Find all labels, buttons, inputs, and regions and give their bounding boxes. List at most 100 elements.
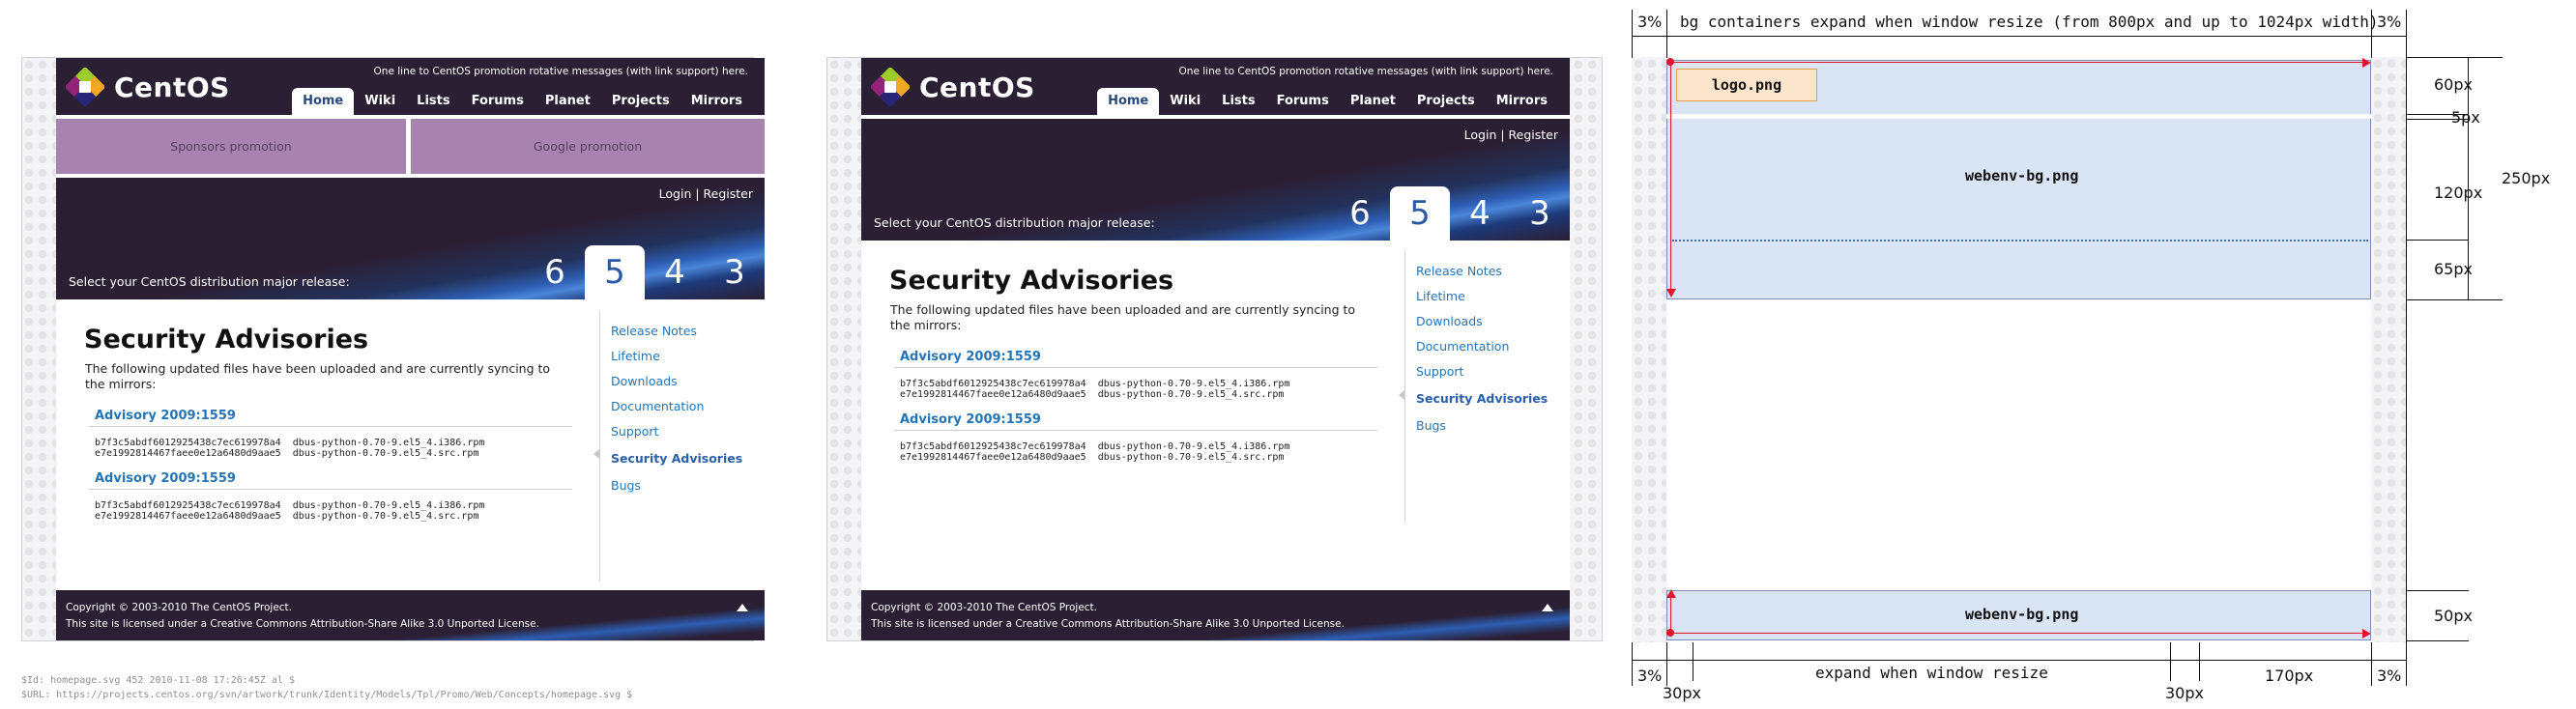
nav-forums[interactable]: Forums [1266, 88, 1340, 115]
release-3-tab[interactable]: 3 [705, 245, 765, 299]
diagram-margin-right [2371, 57, 2406, 642]
sidebar-item-bugs[interactable]: Bugs [1416, 413, 1548, 439]
advisory-title[interactable]: Advisory 2009:1559 [900, 350, 1041, 364]
dim-tick [1666, 10, 1667, 58]
nav-projects[interactable]: Projects [601, 88, 680, 115]
release-3-tab[interactable]: 3 [1510, 186, 1570, 241]
nav-wiki[interactable]: Wiki [1159, 88, 1211, 115]
header: CentOS One line to CentOS promotion rota… [861, 58, 1570, 115]
dim-line [1632, 660, 2406, 661]
dim-tick [1666, 642, 1667, 686]
logo-text: CentOS [114, 71, 230, 103]
dim-tick [2406, 10, 2407, 58]
centos-logo[interactable]: CentOS [66, 68, 230, 106]
height-footer: 50px [2434, 607, 2473, 625]
sponsors-promotion[interactable]: Sponsors promotion [56, 119, 406, 174]
advisory-divider [89, 489, 572, 490]
hero-dotted-line [1672, 240, 2368, 241]
mockup-1-page: CentOS One line to CentOS promotion rota… [56, 58, 765, 640]
sidebar-item-lifetime[interactable]: Lifetime [1416, 284, 1548, 309]
release-4-tab[interactable]: 4 [645, 245, 705, 299]
promo-message[interactable]: One line to CentOS promotion rotative me… [1179, 66, 1553, 77]
nav-planet[interactable]: Planet [535, 88, 601, 115]
dim-tick [2406, 240, 2469, 241]
nav-home[interactable]: Home [1097, 88, 1160, 115]
page-title: Security Advisories [84, 325, 369, 354]
height-guide [1670, 597, 1671, 633]
advisory-title[interactable]: Advisory 2009:1559 [900, 412, 1041, 427]
login-register-link[interactable]: Login | Register [1464, 128, 1558, 142]
advisory-files: b7f3c5abdf6012925438c7ec619978a4 dbus-py… [95, 500, 485, 522]
nav-mirrors[interactable]: Mirrors [1486, 88, 1558, 115]
nav-wiki[interactable]: Wiki [354, 88, 406, 115]
nav-lists[interactable]: Lists [406, 88, 460, 115]
release-6-tab[interactable]: 6 [525, 245, 585, 299]
height-hero: 120px [2434, 184, 2483, 202]
back-to-top-icon[interactable] [737, 604, 748, 611]
advisory-divider [89, 426, 572, 427]
dim-tick [2371, 642, 2372, 686]
sidebar-item-support[interactable]: Support [611, 419, 742, 444]
release-4-tab[interactable]: 4 [1450, 186, 1510, 241]
sidebar-item-documentation[interactable]: Documentation [611, 394, 742, 419]
select-release-label: Select your CentOS distribution major re… [69, 274, 350, 289]
logo-placeholder: logo.png [1676, 69, 1817, 101]
sidebar-item-security-advisories[interactable]: Security Advisories [611, 446, 742, 471]
sidebar-pointer-icon [1399, 390, 1404, 400]
sidebar-item-bugs[interactable]: Bugs [611, 473, 742, 498]
sidebar-item-release-notes[interactable]: Release Notes [611, 319, 742, 344]
lead-text: The following updated files have been up… [85, 361, 551, 391]
dim-tick [2406, 640, 2469, 641]
nav-mirrors[interactable]: Mirrors [680, 88, 753, 115]
back-to-top-icon[interactable] [1542, 604, 1553, 611]
dim-line [2406, 57, 2407, 642]
footer-copyright: Copyright © 2003-2010 The CentOS Project… [66, 602, 293, 613]
sidebar-item-documentation[interactable]: Documentation [1416, 334, 1548, 359]
advisory-title[interactable]: Advisory 2009:1559 [95, 409, 236, 423]
hero-banner: Login | Register Select your CentOS dist… [861, 119, 1570, 241]
guide-arrow-icon [1666, 589, 1676, 598]
nav-planet[interactable]: Planet [1340, 88, 1406, 115]
nav-lists[interactable]: Lists [1211, 88, 1265, 115]
release-5-tab[interactable]: 5 [585, 245, 645, 299]
centos-logo[interactable]: CentOS [871, 68, 1035, 106]
height-separator: 5px [2451, 108, 2480, 127]
sidebar-item-downloads[interactable]: Downloads [611, 369, 742, 394]
sponsors-promotion-label: Sponsors promotion [170, 139, 292, 154]
footer: Copyright © 2003-2010 The CentOS Project… [56, 590, 765, 640]
release-5-tab[interactable]: 5 [1390, 186, 1450, 241]
advisory-title[interactable]: Advisory 2009:1559 [95, 471, 236, 486]
login-register-link[interactable]: Login | Register [659, 186, 753, 201]
dim-tick [2199, 642, 2200, 681]
sidebar-item-downloads[interactable]: Downloads [1416, 309, 1548, 334]
dim-tick [2406, 642, 2407, 686]
sidebar-menu: Release Notes Lifetime Downloads Documen… [611, 319, 742, 498]
left-margin-pct: 3% [1637, 13, 1663, 31]
advisory-files: b7f3c5abdf6012925438c7ec619978a4 dbus-py… [900, 441, 1290, 463]
footer-license[interactable]: This site is licensed under a Creative C… [871, 616, 1345, 633]
sidebar-item-release-notes[interactable]: Release Notes [1416, 259, 1548, 284]
sidebar-item-support[interactable]: Support [1416, 359, 1548, 384]
release-6-tab[interactable]: 6 [1330, 186, 1390, 241]
sidebar-item-lifetime[interactable]: Lifetime [611, 344, 742, 369]
footer-license[interactable]: This site is licensed under a Creative C… [66, 616, 539, 633]
lead-text: The following updated files have been up… [890, 302, 1356, 332]
sidebar-item-security-advisories[interactable]: Security Advisories [1416, 386, 1548, 411]
height-total: 250px [2502, 169, 2551, 187]
google-promotion[interactable]: Google promotion [411, 119, 765, 174]
release-tabs: 6 5 4 3 [1330, 186, 1570, 241]
advisory-divider [894, 430, 1377, 431]
nav-forums[interactable]: Forums [461, 88, 535, 115]
main-nav: Home Wiki Lists Forums Planet Projects M… [292, 88, 753, 115]
centos-logo-icon [66, 68, 104, 106]
bottom-expand-label: expand when window resize [1815, 664, 2048, 682]
nav-home[interactable]: Home [292, 88, 355, 115]
nav-projects[interactable]: Projects [1406, 88, 1486, 115]
height-guide [1670, 62, 1671, 294]
sidebar-divider [599, 311, 600, 581]
page-title: Security Advisories [889, 266, 1174, 296]
sidebar-menu: Release Notes Lifetime Downloads Documen… [1416, 259, 1548, 439]
header-separator [1666, 114, 2371, 119]
promo-message[interactable]: One line to CentOS promotion rotative me… [374, 66, 748, 77]
mockup-2-page: CentOS One line to CentOS promotion rota… [861, 58, 1570, 640]
